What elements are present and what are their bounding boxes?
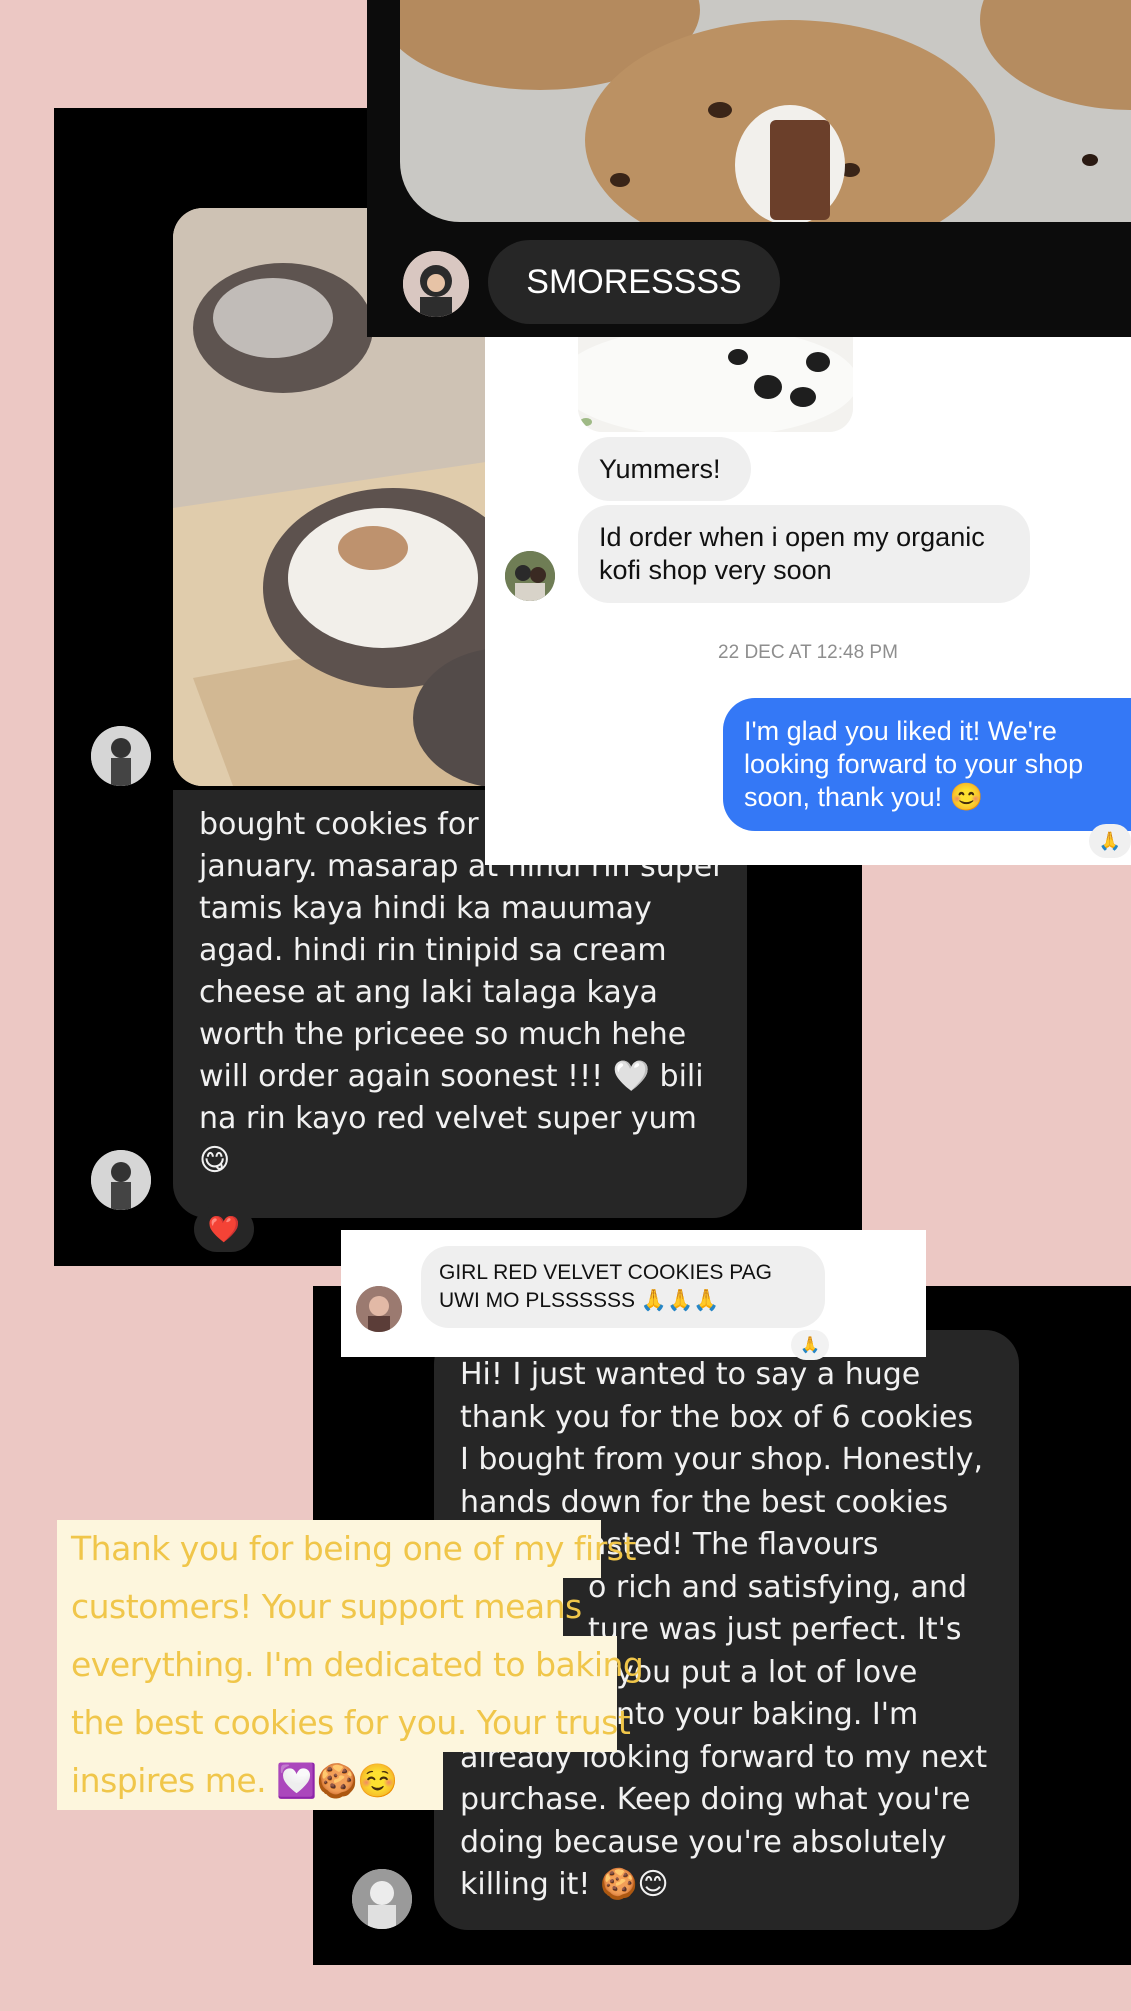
message-line: thank you for the box of 6 cookies [460,1399,974,1435]
cheesecake-photo[interactable] [578,337,853,432]
reaction-badge[interactable]: 🙏 [791,1330,829,1360]
sender-avatar[interactable] [403,251,469,317]
note-line: everything. I'm dedicated to baking [57,1636,644,1694]
message-line: tamis kaya hindi ka mauumay [199,891,652,926]
note-line: the best cookies for you. Your trust [57,1694,631,1752]
comment-line: UWI MO PLSSSSSS 🙏🙏🙏 [439,1289,720,1312]
sender-avatar[interactable] [505,551,555,601]
message-line: kofi shop very soon [599,555,832,585]
person-avatar-icon [403,251,469,317]
person-avatar-icon [352,1869,412,1929]
message-line: na rin kayo red velvet super yum [199,1101,697,1136]
incoming-message-bubble[interactable]: Yummers! [578,437,751,501]
message-line: agad. hindi rin tinipid sa cream [199,933,667,968]
smores-cookie-photo[interactable] [400,0,1131,222]
message-text: Yummers! [599,454,721,484]
note-line: Thank you for being one of my first [57,1520,636,1578]
message-line: worth the priceee so much hehe [199,1017,687,1052]
timestamp: 22 DEC AT 12:48 PM [485,642,1131,664]
message-line: hands down for the best cookies [460,1484,949,1520]
sender-avatar[interactable] [352,1869,412,1929]
message-line: 😋 [199,1143,231,1178]
note-line: customers! Your support means [57,1578,582,1636]
comment-line: GIRL RED VELVET COOKIES PAG [439,1261,772,1284]
message-line: doing because you're absolutely [460,1824,947,1860]
timestamp-text: 22 DEC AT 12:48 PM [718,642,898,663]
person-avatar-icon [356,1286,402,1332]
cheesecake-image [578,337,853,432]
message-line: cheese at ang laki talaga kaya [199,975,658,1010]
reaction-badge[interactable]: 🙏 [1089,824,1131,858]
message-line: I'm glad you liked it! We're [744,716,1057,746]
thank-you-note: Thank you for being one of my first cust… [57,1520,644,1815]
sender-avatar[interactable] [356,1286,402,1332]
incoming-message-bubble[interactable]: Id order when i open my organic kofi sho… [578,505,1030,603]
comment-screenshot: GIRL RED VELVET COOKIES PAG UWI MO PLSSS… [341,1230,926,1360]
message-line: I bought from your shop. Honestly, [460,1442,984,1477]
heart-reaction-icon: ❤️ [207,1215,241,1245]
person-avatar-icon [91,1150,151,1210]
message-line: Id order when i open my organic [599,522,985,552]
top-chat-screenshot: SMORESSSS [367,0,1131,337]
message-line: soon, thank you! 😊 [744,782,984,812]
message-line: looking forward to your shop [744,749,1084,779]
reaction-badge[interactable]: ❤️ [194,1206,254,1252]
message-line: Hi! I just wanted to say a huge [460,1357,921,1392]
smores-cookie-image [400,0,1131,222]
sender-avatar[interactable] [91,726,151,786]
group-photo-avatar-icon [505,551,555,601]
messenger-screenshot: Yummers! Id order when i open my organic… [485,337,1131,865]
message-line: killing it! 🍪😊 [460,1867,669,1902]
caption-bubble[interactable]: SMORESSSS [488,240,780,324]
pray-reaction-icon: 🙏 [800,1335,820,1354]
comment-bubble[interactable]: GIRL RED VELVET COOKIES PAG UWI MO PLSSS… [421,1246,825,1328]
caption-text: SMORESSSS [526,263,742,301]
person-avatar-icon [91,726,151,786]
note-line: inspires me. 💟🍪☺️ [57,1752,443,1810]
sender-avatar[interactable] [91,1150,151,1210]
message-line: will order again soonest !!! 🤍 bili [199,1059,704,1094]
outgoing-message-bubble[interactable]: I'm glad you liked it! We're looking for… [723,698,1131,831]
pray-reaction-icon: 🙏 [1098,831,1122,852]
